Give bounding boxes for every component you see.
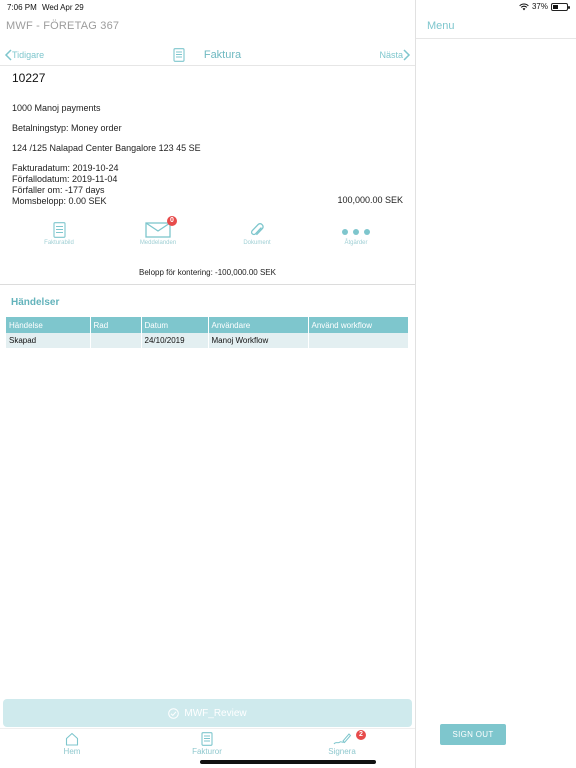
check-circle-icon — [168, 707, 180, 719]
tab-invoices-label: Fakturor — [192, 747, 222, 756]
invoice-date: Fakturadatum: 2019-10-24 — [12, 163, 119, 173]
messages-badge: 0 — [167, 216, 177, 226]
sign-out-button[interactable]: SIGN OUT — [440, 724, 506, 745]
supplier-name: 1000 Manoj payments — [12, 103, 101, 113]
documents-button[interactable]: Dokument — [222, 222, 292, 246]
more-dots-icon — [342, 229, 370, 235]
invoice-navbar: Tidigare Faktura Nästa — [0, 46, 415, 66]
messages-label: Meddelanden — [139, 240, 177, 246]
table-row[interactable]: Skapad 24/10/2019 Manoj Workflow — [6, 333, 409, 348]
table-cell — [308, 333, 409, 348]
home-icon — [65, 732, 79, 746]
document-icon — [52, 222, 66, 238]
chevron-right-icon — [403, 49, 411, 61]
due-in: Förfaller om: -177 days — [12, 185, 105, 195]
home-indicator — [200, 760, 376, 764]
table-cell: Skapad — [6, 333, 91, 348]
events-title: Händelser — [11, 297, 60, 308]
invoice-icon — [201, 732, 213, 746]
next-label: Nästa — [379, 50, 403, 60]
payment-type: Betalningstyp: Money order — [12, 123, 122, 133]
sign-badge: 2 — [356, 730, 366, 740]
events-table: Händelse Rad Datum Användare Använd work… — [6, 317, 409, 348]
sign-pen-icon — [333, 733, 352, 745]
page-title: Faktura — [203, 49, 242, 61]
section-divider — [0, 284, 415, 285]
company-name: MWF - FÖRETAG 367 — [6, 20, 120, 32]
next-button[interactable]: Nästa — [379, 49, 411, 61]
envelope-icon — [145, 222, 171, 238]
due-date: Förfallodatum: 2019-11-04 — [12, 174, 118, 184]
menu-divider — [416, 38, 576, 39]
menu-title: Menu — [427, 20, 455, 32]
tab-home[interactable]: Hem — [42, 732, 102, 756]
table-cell: 24/10/2019 — [141, 333, 209, 348]
more-actions-label: Åtgärder — [344, 240, 368, 246]
supplier-address: 124 /125 Nalapad Center Bangalore 123 45… — [12, 143, 201, 153]
messages-button[interactable]: Meddelanden 0 — [123, 216, 193, 246]
tab-sign[interactable]: Signera 2 — [312, 730, 372, 756]
column-header: Använd workflow — [308, 317, 409, 333]
invoice-total: 100,000.00 SEK — [337, 195, 403, 205]
documents-label: Dokument — [243, 240, 271, 246]
paperclip-icon — [251, 223, 264, 236]
tab-home-label: Hem — [63, 747, 81, 756]
invoice-image-button[interactable]: Fakturabild — [24, 222, 94, 246]
workflow-review-button[interactable]: MWF_Review — [3, 699, 412, 727]
workflow-review-label: MWF_Review — [184, 707, 247, 719]
column-header: Datum — [141, 317, 209, 333]
more-actions-button[interactable]: Åtgärder — [321, 222, 391, 246]
column-header: Händelse — [6, 317, 91, 333]
invoice-number: 10227 — [12, 71, 46, 85]
tab-sign-label: Signera — [328, 747, 356, 756]
invoice-pane: MWF - FÖRETAG 367 Tidigare Faktura Nästa… — [0, 0, 415, 768]
kontering-amount: Belopp för kontering: -100,000.00 SEK — [139, 268, 276, 277]
menu-pane: Menu SIGN OUT — [415, 0, 576, 768]
column-header: Användare — [208, 317, 309, 333]
column-header: Rad — [90, 317, 142, 333]
invoice-image-label: Fakturabild — [44, 240, 74, 246]
vat-amount: Momsbelopp: 0.00 SEK — [12, 196, 107, 206]
invoice-actions: Fakturabild Meddelanden 0 Dokument Åtgär… — [0, 216, 415, 254]
table-cell: Manoj Workflow — [208, 333, 309, 348]
table-cell — [90, 333, 142, 348]
tab-invoices[interactable]: Fakturor — [177, 732, 237, 756]
table-header-row: Händelse Rad Datum Användare Använd work… — [6, 317, 409, 333]
